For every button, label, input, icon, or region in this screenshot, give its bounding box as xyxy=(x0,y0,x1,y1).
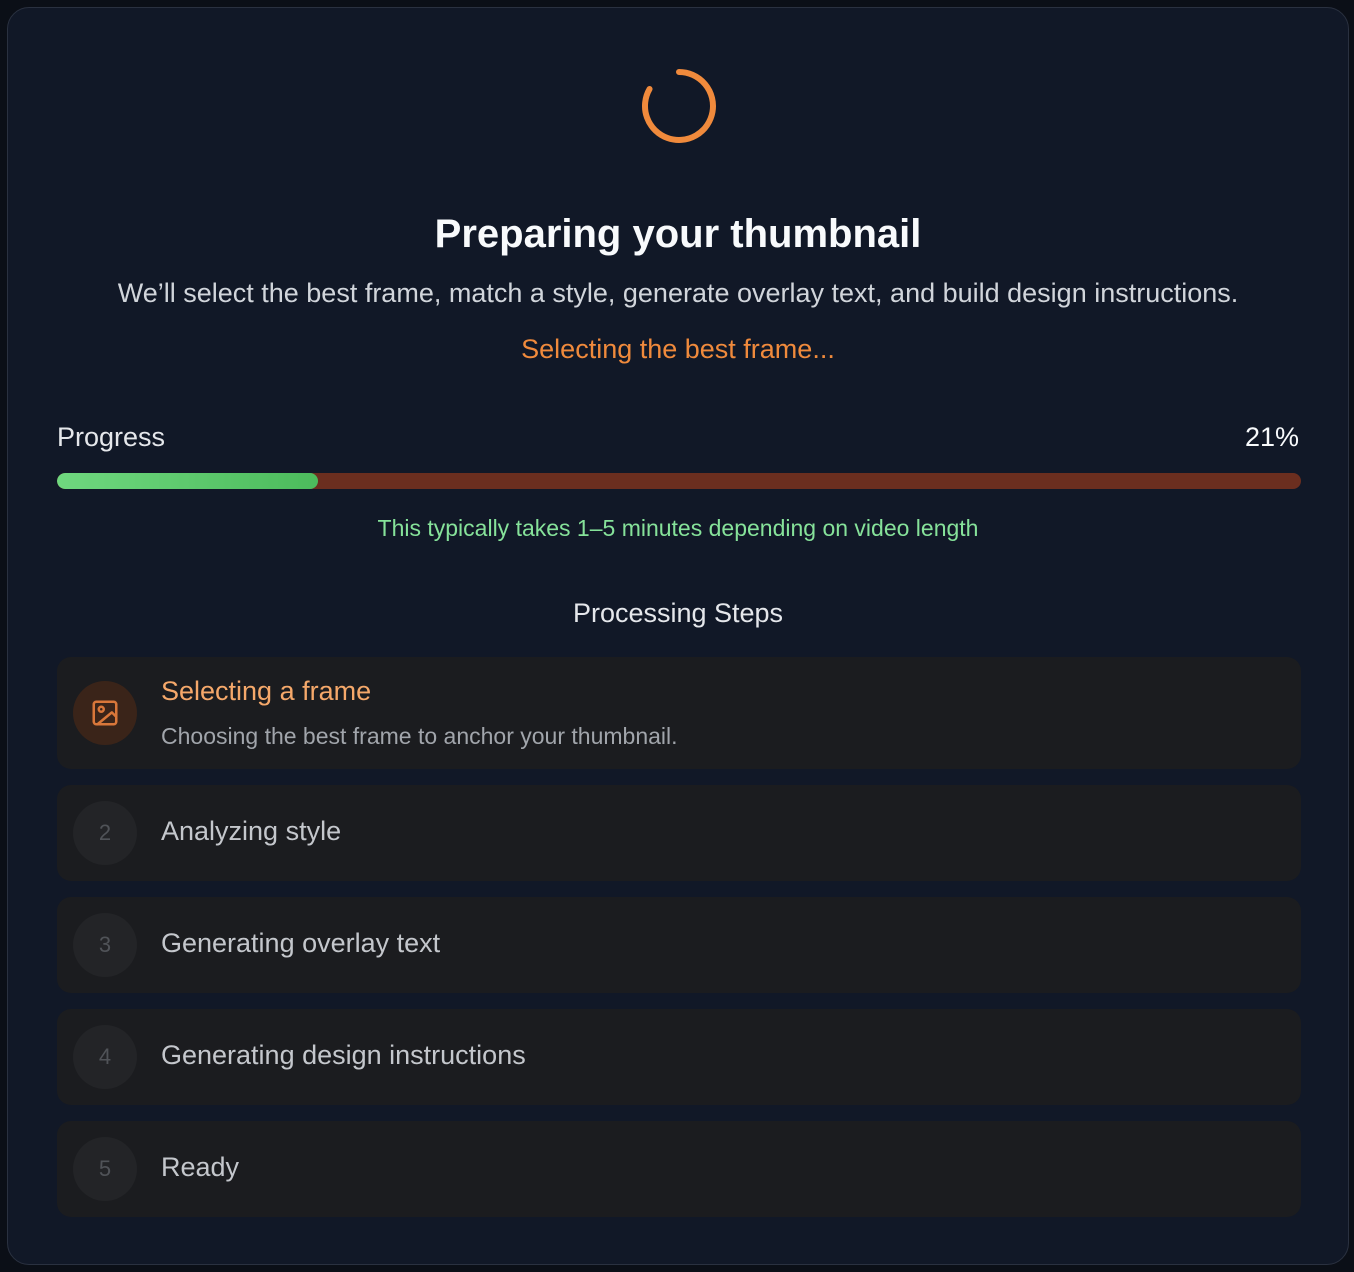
step-generating-overlay-text: 3 Generating overlay text xyxy=(57,897,1301,993)
image-icon xyxy=(92,700,118,726)
loading-card: Preparing your thumbnail We’ll select th… xyxy=(7,7,1349,1265)
step-title: Selecting a frame xyxy=(161,676,372,706)
page-subtitle: We’ll select the best frame, match a sty… xyxy=(117,278,1239,308)
step-title: Generating overlay text xyxy=(161,928,441,958)
step-title: Ready xyxy=(161,1152,240,1182)
step-selecting-frame: Selecting a frame Choosing the best fram… xyxy=(57,657,1301,769)
step-title: Generating design instructions xyxy=(161,1040,526,1070)
step-number-badge: 3 xyxy=(73,913,137,977)
steps-heading: Processing Steps xyxy=(572,598,784,628)
page-title: Preparing your thumbnail xyxy=(434,212,922,256)
step-analyzing-style: 2 Analyzing style xyxy=(57,785,1301,881)
step-number-badge: 5 xyxy=(73,1137,137,1201)
progress-percent: 21% xyxy=(1244,422,1299,452)
step-ready: 5 Ready xyxy=(57,1121,1301,1217)
step-description: Choosing the best frame to anchor your t… xyxy=(161,723,678,749)
current-status-text: Selecting the best frame... xyxy=(521,334,835,364)
step-generating-design-instructions: 4 Generating design instructions xyxy=(57,1009,1301,1105)
loading-spinner-icon xyxy=(642,69,716,143)
progress-bar-fill xyxy=(57,473,319,489)
step-number-badge: 2 xyxy=(73,801,137,865)
duration-hint: This typically takes 1–5 minutes dependi… xyxy=(377,515,979,541)
step-badge xyxy=(73,681,137,745)
step-title: Analyzing style xyxy=(161,816,342,846)
progress-label: Progress xyxy=(57,422,166,452)
progress-bar xyxy=(57,473,1301,489)
step-number-badge: 4 xyxy=(73,1025,137,1089)
